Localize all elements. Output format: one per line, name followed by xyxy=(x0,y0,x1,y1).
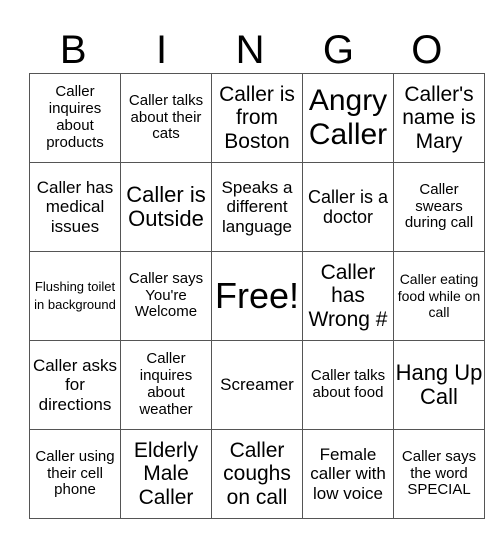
bingo-cell[interactable]: Caller inquires about weather xyxy=(120,340,212,430)
bingo-cell[interactable]: Caller coughs on call xyxy=(211,429,303,519)
header-letter-g: G xyxy=(322,28,354,72)
bingo-cell[interactable]: Screamer xyxy=(211,340,303,430)
bingo-cell[interactable]: Caller asks for directions xyxy=(29,340,121,430)
bingo-cell[interactable]: Flushing toilet in background xyxy=(29,251,121,341)
bingo-cell[interactable]: Caller has Wrong # xyxy=(302,251,394,341)
bingo-cell[interactable]: Angry Caller xyxy=(302,73,394,163)
bingo-cell[interactable]: Caller's name is Mary xyxy=(393,73,485,163)
free-space-cell[interactable]: Free! xyxy=(211,251,303,341)
bingo-cell[interactable]: Hang Up Call xyxy=(393,340,485,430)
bingo-cell[interactable]: Caller swears during call xyxy=(393,162,485,252)
bingo-cell[interactable]: Caller is from Boston xyxy=(211,73,303,163)
bingo-row: Caller asks for directions Caller inquir… xyxy=(29,340,485,430)
bingo-cell[interactable]: Caller talks about their cats xyxy=(120,73,212,163)
bingo-cell[interactable]: Caller using their cell phone xyxy=(29,429,121,519)
bingo-cell[interactable]: Caller is Outside xyxy=(120,162,212,252)
bingo-cell[interactable]: Caller is a doctor xyxy=(302,162,394,252)
bingo-row: Caller has medical issues Caller is Outs… xyxy=(29,162,485,252)
bingo-cell[interactable]: Caller says the word SPECIAL xyxy=(393,429,485,519)
bingo-cell[interactable]: Caller talks about food xyxy=(302,340,394,430)
header-letter-i: I xyxy=(156,28,168,72)
bingo-header: B I N G O xyxy=(29,28,471,72)
bingo-card: Caller inquires about products Caller ta… xyxy=(29,73,485,519)
bingo-cell[interactable]: Speaks a different language xyxy=(211,162,303,252)
bingo-row: Caller using their cell phone Elderly Ma… xyxy=(29,429,485,519)
bingo-cell[interactable]: Caller inquires about products xyxy=(29,73,121,163)
header-letter-n: N xyxy=(235,28,265,72)
bingo-cell[interactable]: Caller has medical issues xyxy=(29,162,121,252)
bingo-cell[interactable]: Caller says You're Welcome xyxy=(120,251,212,341)
bingo-cell[interactable]: Caller eating food while on call xyxy=(393,251,485,341)
bingo-row: Caller inquires about products Caller ta… xyxy=(29,73,485,163)
bingo-cell[interactable]: Female caller with low voice xyxy=(302,429,394,519)
bingo-row: Flushing toilet in background Caller say… xyxy=(29,251,485,341)
header-letter-b: B xyxy=(59,28,87,72)
bingo-cell[interactable]: Elderly Male Caller xyxy=(120,429,212,519)
header-letter-o: O xyxy=(411,28,443,72)
